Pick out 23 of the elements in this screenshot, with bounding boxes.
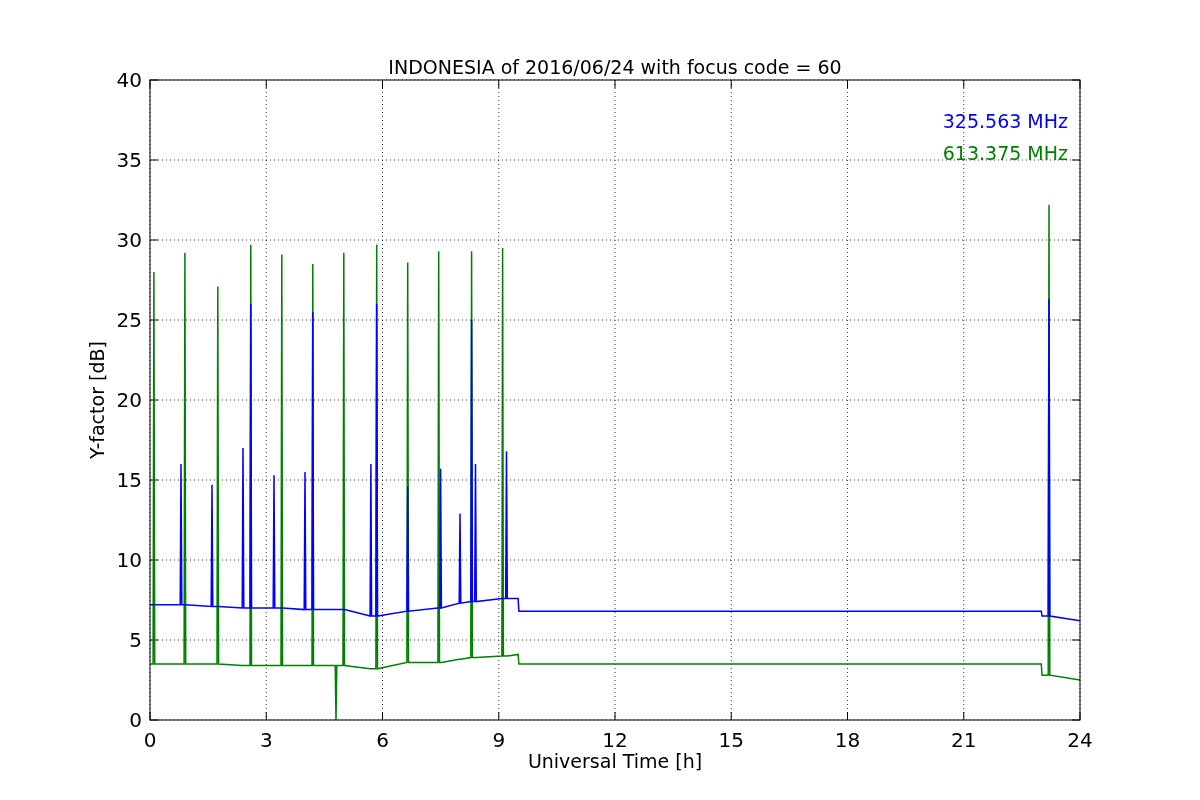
axis-tick-label: 24 bbox=[1067, 728, 1093, 752]
axis-tick-label: 20 bbox=[116, 388, 142, 412]
axis-tick-label: 0 bbox=[129, 708, 142, 732]
axis-tick-label: 12 bbox=[602, 728, 628, 752]
axis-tick-label: 40 bbox=[116, 68, 142, 92]
axis-tick-label: 21 bbox=[951, 728, 977, 752]
axis-tick-label: 0 bbox=[143, 728, 157, 752]
axis-label: Y-factor [dB] bbox=[86, 341, 108, 459]
axis-tick-label: 35 bbox=[116, 148, 142, 172]
axis-tick-label: 25 bbox=[116, 308, 142, 332]
legend-label: 613.375 MHz bbox=[942, 142, 1068, 164]
axis-tick-label: 15 bbox=[718, 728, 744, 752]
axis-tick-label: 30 bbox=[116, 228, 142, 252]
axis-tick-label: 3 bbox=[259, 728, 273, 752]
axis-tick-label: 18 bbox=[834, 728, 861, 752]
axis-tick-label: 5 bbox=[129, 628, 142, 652]
axis-tick-label: 15 bbox=[116, 468, 142, 492]
legend-label: 325.563 MHz bbox=[942, 110, 1068, 132]
chart-title: INDONESIA of 2016/06/24 with focus code = 60 bbox=[388, 56, 842, 78]
axis-tick-label: 6 bbox=[376, 728, 389, 752]
axis-tick-label: 9 bbox=[492, 728, 506, 752]
axis-tick-label: 10 bbox=[116, 548, 142, 572]
axis-label: Universal Time [h] bbox=[527, 750, 703, 772]
